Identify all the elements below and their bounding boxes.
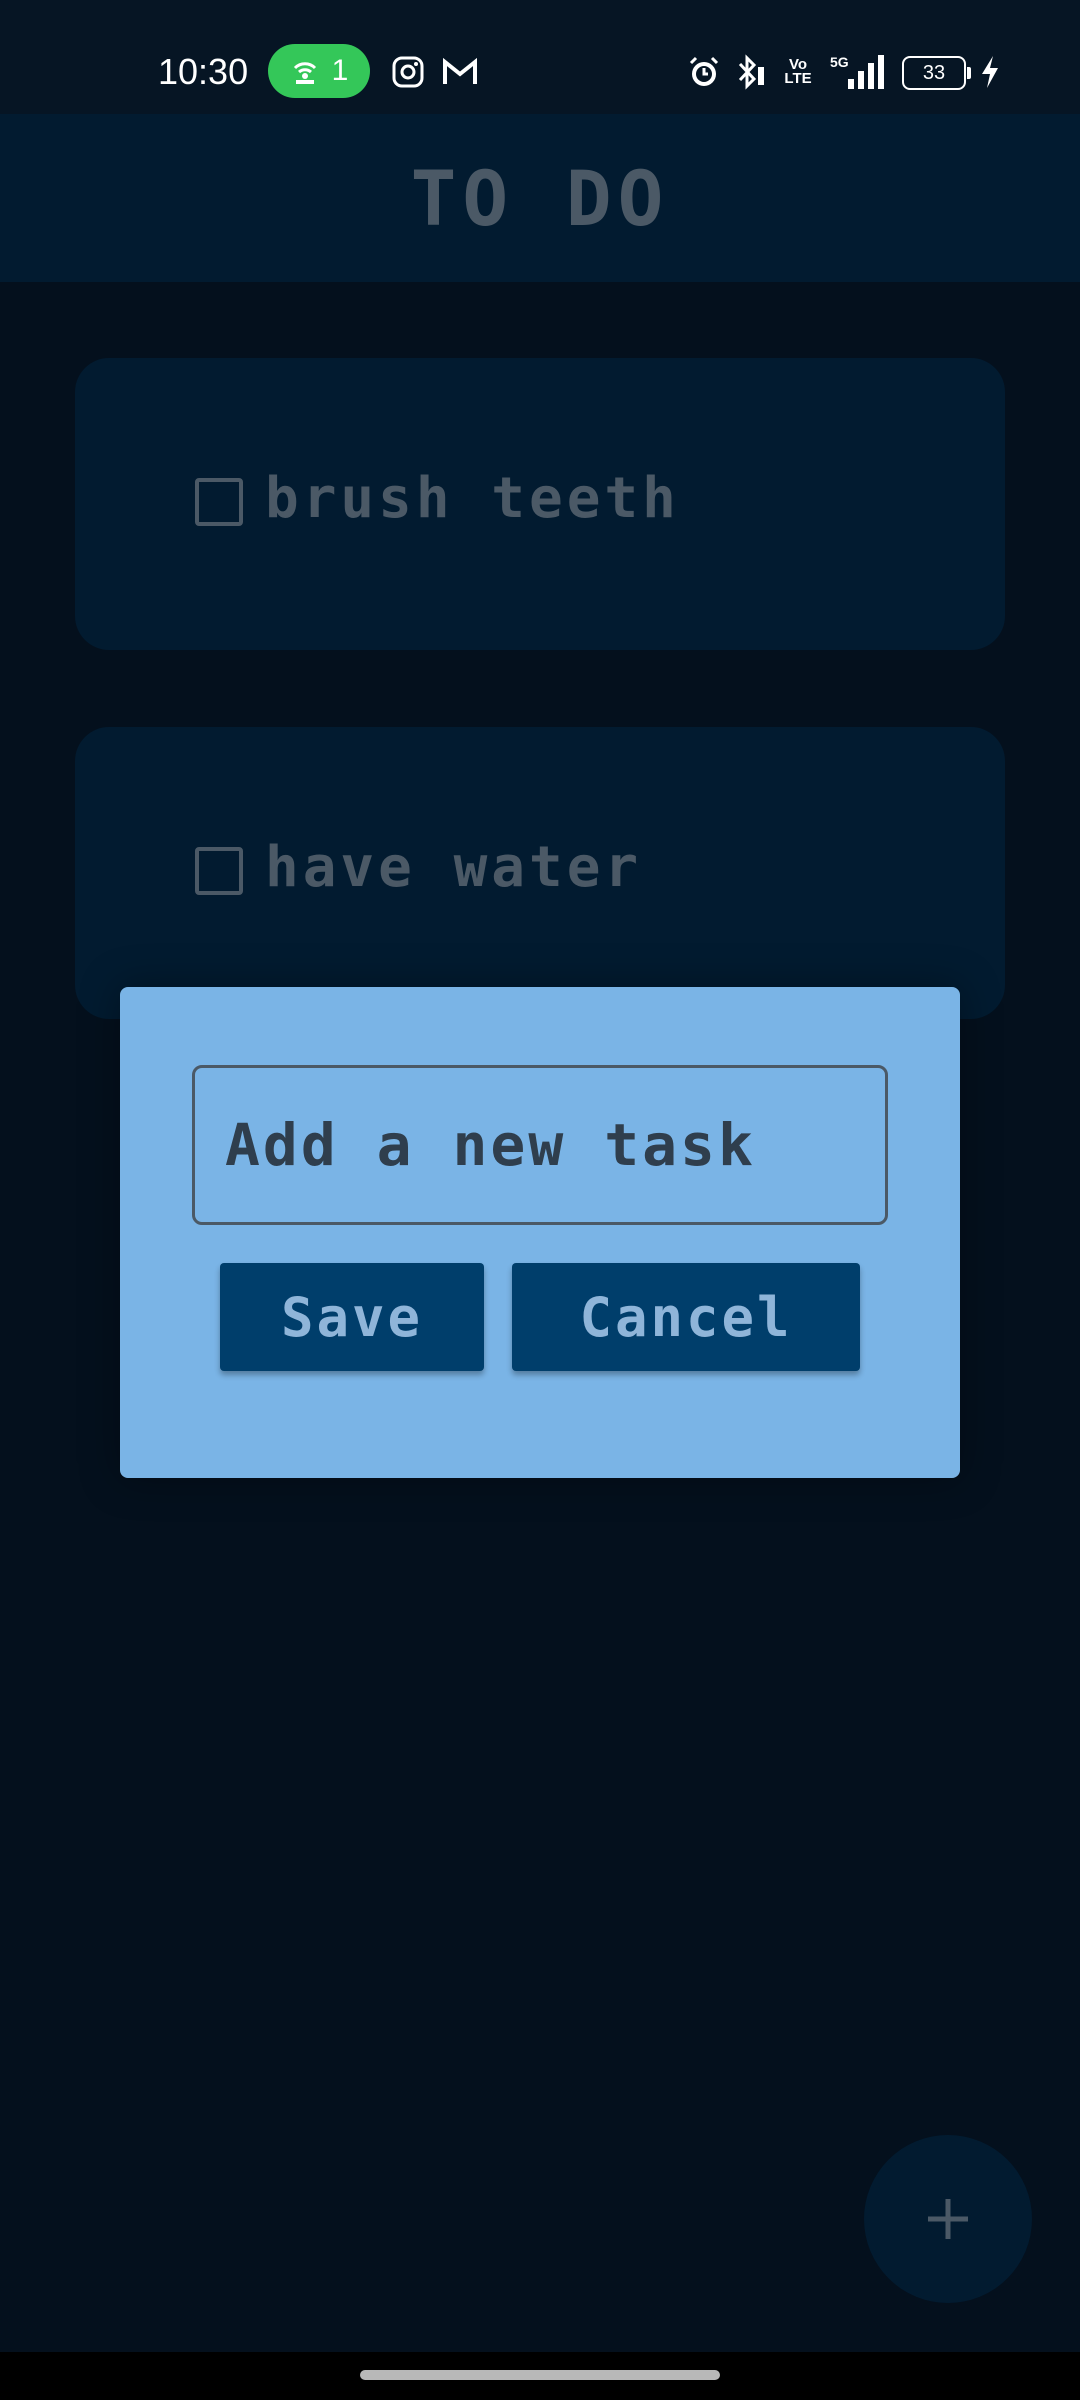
plus-icon: [928, 2199, 968, 2239]
task-checkbox[interactable]: [195, 478, 243, 526]
add-task-dialog: Save Cancel: [120, 987, 960, 1478]
home-gesture-handle[interactable]: [360, 2370, 720, 2380]
add-task-button[interactable]: [864, 2135, 1032, 2303]
hotspot-badge: 1: [268, 44, 370, 98]
task-label: have water: [265, 835, 643, 900]
hotspot-icon: [293, 62, 316, 84]
bluetooth-icon: [730, 52, 770, 92]
task-card[interactable]: brush teeth: [75, 358, 1005, 650]
task-label: brush teeth: [265, 466, 680, 531]
gmail-icon: [440, 52, 480, 92]
5g-signal-icon: 5G: [824, 52, 888, 92]
new-task-input[interactable]: [192, 1065, 888, 1225]
battery-indicator: 33: [902, 56, 971, 90]
save-button[interactable]: Save: [220, 1263, 484, 1371]
task-card[interactable]: have water: [75, 727, 1005, 1019]
cancel-button[interactable]: Cancel: [512, 1263, 860, 1371]
volte-icon: Vo LTE: [784, 56, 812, 87]
status-time: 10:30: [158, 51, 249, 92]
svg-text:5G: 5G: [830, 54, 849, 70]
status-bar: 10:30 1 Vo LTE 5G 33: [0, 0, 1080, 114]
alarm-icon: [684, 52, 724, 92]
gesture-nav-bar: [0, 2352, 1080, 2400]
instagram-icon: [388, 52, 428, 92]
hotspot-count: 1: [331, 54, 349, 87]
app-header: TO DO: [0, 114, 1080, 282]
task-checkbox[interactable]: [195, 847, 243, 895]
page-title: TO DO: [410, 153, 670, 243]
charging-icon: [970, 52, 1010, 92]
